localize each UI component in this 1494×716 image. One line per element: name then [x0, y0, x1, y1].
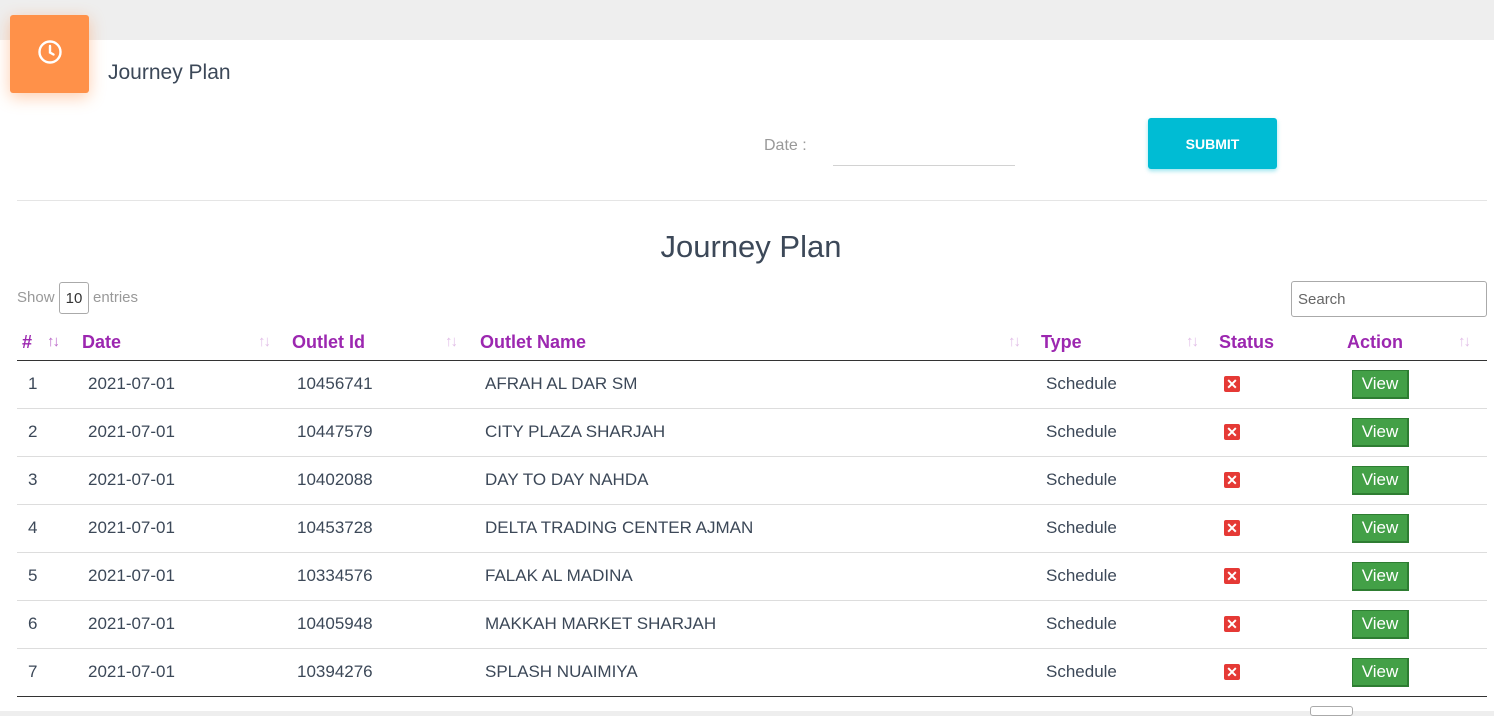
cell-num: 2	[17, 408, 76, 457]
cell-action: View	[1347, 504, 1487, 553]
divider	[17, 200, 1487, 201]
cell-status: ✕	[1219, 504, 1347, 553]
table-row: 2 2021-07-01 10447579 CITY PLAZA SHARJAH Sch…	[17, 408, 1487, 457]
date-label: Date :	[764, 137, 807, 154]
column-header-status: Status	[1219, 324, 1347, 361]
column-header-date[interactable]: Date ↑↓	[76, 324, 292, 361]
sort-icon: ↑↓	[1186, 333, 1199, 350]
column-header-action[interactable]: Action ↑↓	[1347, 324, 1487, 361]
cell-date: 2021-07-01	[76, 360, 292, 409]
cell-type: Schedule	[1041, 600, 1219, 649]
journey-plan-table: # ↑↓ Date ↑↓ Outlet Id ↑↓ Outlet Name ↑↓…	[17, 324, 1487, 697]
table-row: 4 2021-07-01 10453728 DELTA TRADING CENTER …	[17, 504, 1487, 553]
view-button[interactable]: View	[1352, 465, 1409, 495]
cell-date: 2021-07-01	[76, 552, 292, 601]
table-row: 1 2021-07-01 10456741 AFRAH AL DAR SM Schedu…	[17, 360, 1487, 409]
cell-num: 1	[17, 360, 76, 409]
sort-icon: ↑↓	[445, 333, 458, 350]
table-row: 6 2021-07-01 10405948 MAKKAH MARKET SHARJAH…	[17, 600, 1487, 649]
cell-type: Schedule	[1041, 648, 1219, 697]
cell-outlet-name: DAY TO DAY NAHDA	[480, 456, 1041, 505]
view-button[interactable]: View	[1352, 561, 1409, 591]
table-row: 5 2021-07-01 10334576 FALAK AL MADINA Schedu…	[17, 552, 1487, 601]
cell-num: 7	[17, 648, 76, 697]
view-button[interactable]: View	[1352, 609, 1409, 639]
cell-status: ✕	[1219, 648, 1347, 697]
cell-outlet-name: CITY PLAZA SHARJAH	[480, 408, 1041, 457]
cell-outlet-id: 10394276	[292, 648, 480, 697]
cell-date: 2021-07-01	[76, 408, 292, 457]
x-icon: ✕	[1224, 376, 1240, 392]
cell-action: View	[1347, 600, 1487, 649]
cell-type: Schedule	[1041, 456, 1219, 505]
cell-action: View	[1347, 648, 1487, 697]
cell-num: 6	[17, 600, 76, 649]
column-header-outlet-name[interactable]: Outlet Name ↑↓	[480, 324, 1041, 361]
cell-date: 2021-07-01	[76, 600, 292, 649]
cell-type: Schedule	[1041, 408, 1219, 457]
x-icon: ✕	[1224, 472, 1240, 488]
cell-type: Schedule	[1041, 552, 1219, 601]
cell-outlet-id: 10453728	[292, 504, 480, 553]
cell-outlet-id: 10405948	[292, 600, 480, 649]
x-icon: ✕	[1224, 424, 1240, 440]
cell-outlet-id: 10447579	[292, 408, 480, 457]
cell-num: 4	[17, 504, 76, 553]
table-title: Journey Plan	[660, 229, 842, 264]
x-icon: ✕	[1224, 616, 1240, 632]
sort-icon: ↑↓	[1458, 333, 1471, 350]
cell-status: ✕	[1219, 552, 1347, 601]
table-header-row: # ↑↓ Date ↑↓ Outlet Id ↑↓ Outlet Name ↑↓…	[17, 324, 1487, 361]
x-icon: ✕	[1224, 664, 1240, 680]
cell-status: ✕	[1219, 456, 1347, 505]
clock-icon	[37, 39, 63, 70]
page-title: Journey Plan	[108, 61, 231, 84]
top-bar	[0, 0, 1494, 40]
cell-outlet-name: FALAK AL MADINA	[480, 552, 1041, 601]
column-header-num[interactable]: # ↑↓	[17, 324, 76, 361]
cell-type: Schedule	[1041, 360, 1219, 409]
cell-outlet-name: DELTA TRADING CENTER AJMAN	[480, 504, 1041, 553]
cell-outlet-id: 10456741	[292, 360, 480, 409]
view-button[interactable]: View	[1352, 513, 1409, 543]
sort-icon: ↑↓	[258, 333, 271, 350]
cell-outlet-name: SPLASH NUAIMIYA	[480, 648, 1041, 697]
table-row: 3 2021-07-01 10402088 DAY TO DAY NAHDA Sched…	[17, 456, 1487, 505]
sort-icon: ↑↓	[47, 333, 60, 350]
header-icon-box	[10, 15, 89, 93]
view-button[interactable]: View	[1352, 657, 1409, 687]
view-button[interactable]: View	[1352, 369, 1409, 399]
cell-outlet-id: 10334576	[292, 552, 480, 601]
search-input[interactable]	[1291, 281, 1487, 317]
cell-type: Schedule	[1041, 504, 1219, 553]
cell-action: View	[1347, 552, 1487, 601]
cell-date: 2021-07-01	[76, 648, 292, 697]
x-icon: ✕	[1224, 568, 1240, 584]
column-header-outlet-id[interactable]: Outlet Id ↑↓	[292, 324, 480, 361]
cell-action: View	[1347, 408, 1487, 457]
submit-button[interactable]: SUBMIT	[1148, 118, 1277, 169]
pagination-control[interactable]	[1310, 706, 1353, 716]
sort-icon: ↑↓	[1008, 333, 1021, 350]
cell-date: 2021-07-01	[76, 456, 292, 505]
show-label: Show	[17, 289, 55, 306]
cell-num: 3	[17, 456, 76, 505]
date-input[interactable]	[833, 126, 1015, 166]
column-header-type[interactable]: Type ↑↓	[1041, 324, 1219, 361]
entries-select[interactable]: 10	[59, 282, 89, 314]
cell-date: 2021-07-01	[76, 504, 292, 553]
entries-label: entries	[93, 289, 139, 306]
cell-outlet-name: MAKKAH MARKET SHARJAH	[480, 600, 1041, 649]
cell-num: 5	[17, 552, 76, 601]
cell-outlet-id: 10402088	[292, 456, 480, 505]
view-button[interactable]: View	[1352, 417, 1409, 447]
table-row: 7 2021-07-01 10394276 SPLASH NUAIMIYA Schedu…	[17, 648, 1487, 697]
x-icon: ✕	[1224, 520, 1240, 536]
cell-outlet-name: AFRAH AL DAR SM	[480, 360, 1041, 409]
cell-action: View	[1347, 360, 1487, 409]
cell-action: View	[1347, 456, 1487, 505]
cell-status: ✕	[1219, 360, 1347, 409]
cell-status: ✕	[1219, 408, 1347, 457]
cell-status: ✕	[1219, 600, 1347, 649]
